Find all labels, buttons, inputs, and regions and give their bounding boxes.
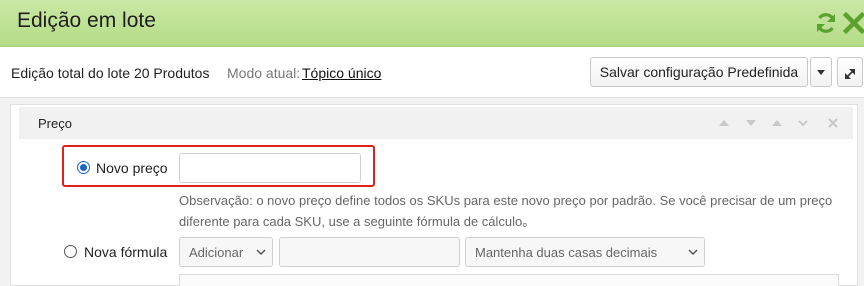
chevron-down-icon <box>688 249 698 256</box>
mode-label: Modo atual: <box>227 65 301 81</box>
formula-value-input[interactable] <box>279 237 460 267</box>
save-options-dropdown[interactable] <box>810 57 832 87</box>
close-small-icon[interactable] <box>827 117 839 129</box>
chevron-down-icon <box>256 249 266 256</box>
expand-icon[interactable] <box>797 117 809 129</box>
price-note: Observação: o novo preço define todos os… <box>179 193 833 229</box>
window-header: Edição em lote <box>0 0 864 47</box>
refresh-icon[interactable] <box>814 11 838 35</box>
window-title: Edição em lote <box>17 9 156 32</box>
toolbar: Edição total do lote 20 Produtos Modo at… <box>0 47 864 98</box>
batch-summary: Edição total do lote 20 Produtos <box>11 65 210 81</box>
chevron-down-icon[interactable] <box>745 117 757 129</box>
panel-title: Preço <box>38 116 72 131</box>
collapse-icon <box>845 69 855 79</box>
new-price-input[interactable] <box>179 153 361 183</box>
rounding-value: Mantenha duas casas decimais <box>475 245 658 260</box>
panel-header: Preço <box>19 107 853 139</box>
mode-link[interactable]: Tópico único <box>302 65 381 81</box>
rounding-select[interactable]: Mantenha duas casas decimais <box>465 237 705 267</box>
new-price-radio[interactable] <box>77 161 90 174</box>
new-formula-radio[interactable] <box>64 245 77 258</box>
chevron-up-icon[interactable] <box>718 117 730 129</box>
close-icon[interactable] <box>842 11 864 35</box>
formula-operation-value: Adicionar <box>189 245 244 260</box>
new-price-label: Novo preço <box>96 160 168 176</box>
new-formula-label: Nova fórmula <box>84 244 168 260</box>
formula-preview-box <box>179 274 839 286</box>
save-preset-button[interactable]: Salvar configuração Predefinida <box>590 57 808 87</box>
move-top-icon[interactable] <box>771 117 783 129</box>
collapse-button[interactable] <box>837 57 863 87</box>
caret-down-icon <box>817 70 825 75</box>
formula-operation-select[interactable]: Adicionar <box>179 237 273 267</box>
